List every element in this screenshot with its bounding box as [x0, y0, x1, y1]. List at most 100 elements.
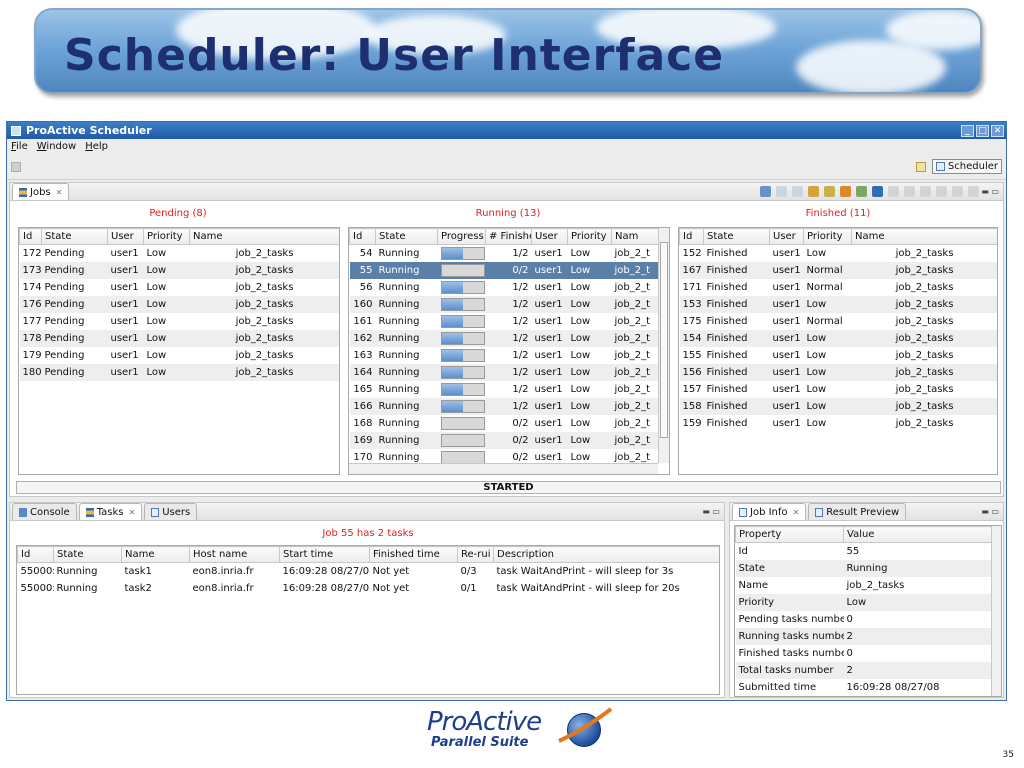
submit-job-icon[interactable] — [824, 186, 835, 197]
finished-row[interactable]: 155 Finished user1 Low job_2_tasks — [680, 347, 998, 364]
menu-window[interactable]: Window — [37, 141, 76, 152]
refresh-icon[interactable] — [856, 186, 867, 197]
finished-column-header[interactable]: User — [769, 228, 804, 245]
running-column-header[interactable]: User — [531, 228, 568, 245]
maximize-icon[interactable]: □ — [976, 124, 989, 137]
pause-icon[interactable] — [920, 186, 931, 197]
running-row[interactable]: 54 Running 1/2 user1 Low job_2_t — [350, 245, 660, 262]
tab-result-preview[interactable]: Result Preview — [808, 503, 907, 520]
running-column-header[interactable]: Id — [349, 228, 376, 245]
tasks-column-header[interactable]: State — [53, 546, 122, 563]
pending-row[interactable]: 179 Pending user1 Low job_2_tasks — [20, 347, 340, 364]
finished-row[interactable]: 156 Finished user1 Low job_2_tasks — [679, 363, 997, 381]
start-icon[interactable] — [888, 186, 899, 197]
view-min-max-icon[interactable]: ▬ ▭ — [981, 187, 999, 196]
finished-row[interactable]: 152 Finished user1 Low job_2_tasks — [680, 245, 998, 262]
tab-close-icon[interactable]: ✕ — [129, 508, 136, 517]
shutdown-icon[interactable] — [968, 186, 979, 197]
finished-column-header[interactable]: Name — [851, 228, 997, 245]
running-row[interactable]: 165 Running 1/2 user1 Low job_2_t — [350, 381, 660, 398]
menu-help[interactable]: Help — [85, 141, 108, 152]
kill-job-icon[interactable] — [872, 186, 883, 197]
finished-row[interactable]: 175 Finished user1 Normal job_2_tasks — [680, 313, 998, 330]
running-horizontal-scrollbar[interactable] — [349, 463, 658, 474]
running-column-header[interactable]: Nam — [611, 228, 660, 245]
tab-jobs[interactable]: Jobs ✕ — [12, 183, 70, 200]
info-row[interactable]: Priority Low — [735, 593, 992, 611]
priority-icon[interactable] — [840, 186, 851, 197]
running-row[interactable]: 162 Running 1/2 user1 Low job_2_t — [349, 329, 660, 347]
tasks-column-header[interactable]: Host name — [189, 546, 280, 563]
running-column-header[interactable]: # Finishe — [485, 228, 532, 245]
pending-row[interactable]: 177 Pending user1 Low job_2_tasks — [20, 313, 340, 330]
pending-row[interactable]: 174 Pending user1 Low job_2_tasks — [20, 279, 340, 296]
save-icon[interactable] — [11, 161, 21, 172]
tab-console[interactable]: Console — [12, 503, 77, 520]
pending-row[interactable]: 172 Pending user1 Low job_2_tasks — [20, 245, 340, 262]
info-vertical-scrollbar[interactable] — [991, 526, 1001, 696]
tab-job-info[interactable]: Job Info ✕ — [732, 503, 807, 520]
tasks-column-header[interactable]: Start time — [279, 546, 370, 563]
close-icon[interactable]: ✕ — [991, 124, 1004, 137]
vertical-layout-icon[interactable] — [776, 186, 787, 197]
pending-row[interactable]: 176 Pending user1 Low job_2_tasks — [19, 295, 339, 313]
info-column-header[interactable]: Value — [843, 526, 992, 543]
pending-column-header[interactable]: Name — [189, 228, 339, 245]
finished-column-header[interactable]: Priority — [803, 228, 852, 245]
tasks-column-header[interactable]: Description — [493, 546, 719, 563]
tab-tasks[interactable]: Tasks ✕ — [78, 503, 143, 520]
running-vertical-scrollbar[interactable] — [658, 228, 669, 463]
task-row[interactable]: 55000: Running task1 eon8.inria.fr 16:09:28 … — [18, 563, 720, 580]
open-perspective-icon[interactable] — [915, 161, 926, 172]
pending-row[interactable]: 173 Pending user1 Low job_2_tasks — [19, 261, 339, 279]
info-column-header[interactable]: Property — [735, 526, 844, 543]
running-column-header[interactable]: State — [375, 228, 438, 245]
running-row[interactable]: 169 Running 0/2 user1 Low job_2_t — [349, 431, 660, 449]
task-row[interactable]: 55000: Running task2 eon8.inria.fr 16:09:28 … — [18, 580, 720, 597]
pending-row[interactable]: 178 Pending user1 Low job_2_tasks — [19, 329, 339, 347]
info-row[interactable]: Running tasks number 2 — [735, 627, 992, 645]
info-row[interactable]: Name job_2_tasks — [736, 577, 992, 594]
running-row[interactable]: 163 Running 1/2 user1 Low job_2_t — [350, 347, 660, 364]
stop-icon[interactable] — [952, 186, 963, 197]
menu-file[interactable]: File — [11, 141, 28, 152]
view-min-max-icon[interactable]: ▬ ▭ — [981, 507, 999, 516]
running-row[interactable]: 56 Running 1/2 user1 Low job_2_t — [350, 279, 660, 296]
tasks-column-header[interactable]: Name — [121, 546, 190, 563]
pending-column-header[interactable]: Priority — [143, 228, 190, 245]
tab-users[interactable]: Users — [144, 503, 198, 520]
finished-row[interactable]: 167 Finished user1 Normal job_2_tasks — [679, 261, 997, 279]
info-row[interactable]: Id 55 — [736, 543, 992, 560]
running-row[interactable]: 168 Running 0/2 user1 Low job_2_t — [350, 415, 660, 432]
finished-column-header[interactable]: State — [703, 228, 770, 245]
view-menu-icon[interactable] — [792, 186, 803, 197]
pending-column-header[interactable]: State — [41, 228, 108, 245]
zzz-icon[interactable] — [904, 186, 915, 197]
connect-icon[interactable] — [808, 186, 819, 197]
running-row[interactable]: 164 Running 1/2 user1 Low job_2_t — [349, 363, 660, 381]
tasks-column-header[interactable]: Id — [17, 546, 54, 563]
running-row[interactable]: 161 Running 1/2 user1 Low job_2_t — [350, 313, 660, 330]
info-row[interactable]: Submitted time 16:09:28 08/27/08 — [736, 679, 992, 696]
running-row[interactable]: 166 Running 1/2 user1 Low job_2_t — [349, 397, 660, 415]
minimize-icon[interactable]: _ — [961, 124, 974, 137]
pending-column-header[interactable]: Id — [19, 228, 42, 245]
finished-row[interactable]: 158 Finished user1 Low job_2_tasks — [679, 397, 997, 415]
window-titlebar[interactable]: ProActive Scheduler _ □ ✕ — [7, 122, 1006, 139]
scroll-thumb[interactable] — [660, 242, 668, 438]
scheduler-perspective-button[interactable]: Scheduler — [931, 159, 1002, 174]
tab-close-icon[interactable]: ✕ — [56, 188, 63, 197]
finished-row[interactable]: 154 Finished user1 Low job_2_tasks — [679, 329, 997, 347]
pending-column-header[interactable]: User — [107, 228, 144, 245]
tasks-column-header[interactable]: Finished time — [369, 546, 458, 563]
pause-scheduler-icon[interactable] — [760, 186, 771, 197]
view-min-max-icon[interactable]: ▬ ▭ — [702, 507, 720, 516]
running-row[interactable]: 160 Running 1/2 user1 Low job_2_t — [349, 295, 660, 313]
info-row[interactable]: Pending tasks number 0 — [736, 611, 992, 628]
running-column-header[interactable]: Priority — [567, 228, 612, 245]
info-row[interactable]: State Running — [735, 559, 992, 577]
running-column-header[interactable]: Progress — [437, 228, 486, 245]
resume-icon[interactable] — [936, 186, 947, 197]
finished-row[interactable]: 153 Finished user1 Low job_2_tasks — [679, 295, 997, 313]
pending-row[interactable]: 180 Pending user1 Low job_2_tasks — [19, 363, 339, 381]
